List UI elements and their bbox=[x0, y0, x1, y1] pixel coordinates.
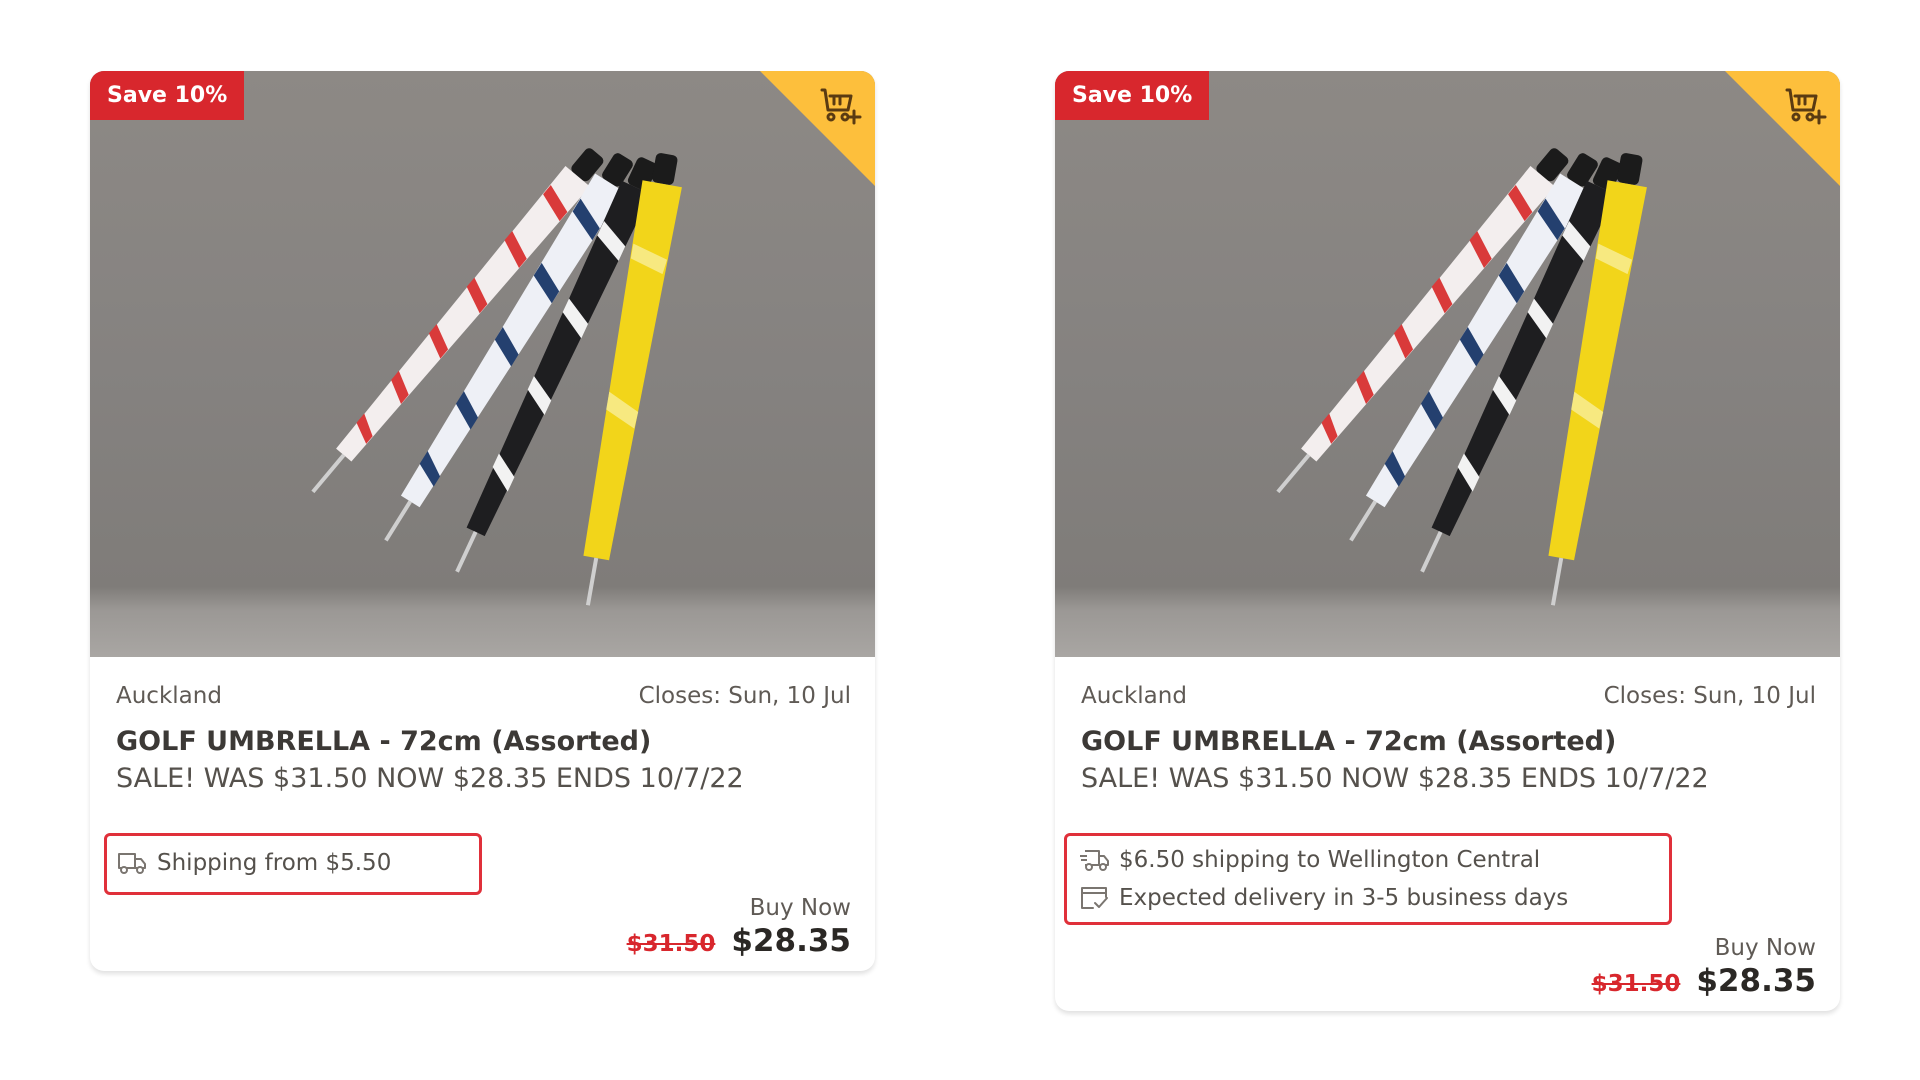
shipping-text: Shipping from $5.50 bbox=[157, 850, 392, 876]
watchlist-button[interactable] bbox=[760, 71, 875, 186]
listing-location: Auckland bbox=[116, 683, 222, 709]
shipping-line: Shipping from $5.50 bbox=[107, 844, 479, 882]
listing-subtitle: SALE! WAS $31.50 NOW $28.35 ENDS 10/7/22 bbox=[116, 763, 744, 794]
listing-title[interactable]: GOLF UMBRELLA - 72cm (Assorted) bbox=[1081, 726, 1816, 757]
umbrella-photo bbox=[90, 71, 875, 657]
shipping-info: Shipping from $5.50 bbox=[104, 833, 482, 895]
fast-truck-icon bbox=[1080, 850, 1109, 871]
truck-icon bbox=[118, 853, 146, 874]
watchlist-add-icon bbox=[818, 84, 862, 128]
shipping-cost-text: $6.50 shipping to Wellington Central bbox=[1119, 847, 1541, 873]
watchlist-add-icon bbox=[1783, 84, 1827, 128]
listing-title[interactable]: GOLF UMBRELLA - 72cm (Assorted) bbox=[116, 726, 851, 757]
price-block: Buy Now $31.50 $28.35 bbox=[627, 895, 851, 959]
listing-closes: Closes: Sun, 10 Jul bbox=[1603, 683, 1816, 709]
current-price: $28.35 bbox=[1696, 963, 1816, 999]
delivery-line: Expected delivery in 3-5 business days bbox=[1067, 879, 1669, 917]
save-badge: Save 10% bbox=[1055, 71, 1210, 120]
delivery-estimate-text: Expected delivery in 3-5 business days bbox=[1119, 885, 1569, 911]
shipping-info: $6.50 shipping to Wellington Central Exp… bbox=[1064, 833, 1672, 925]
delivery-calendar-icon bbox=[1081, 887, 1108, 909]
listing-subtitle: SALE! WAS $31.50 NOW $28.35 ENDS 10/7/22 bbox=[1081, 763, 1709, 794]
save-badge: Save 10% bbox=[90, 71, 245, 120]
listing-photo[interactable]: Save 10% bbox=[1055, 71, 1840, 657]
umbrella-photo bbox=[1055, 71, 1840, 657]
listing-photo[interactable]: Save 10% bbox=[90, 71, 875, 657]
original-price: $31.50 bbox=[626, 931, 716, 957]
original-price: $31.50 bbox=[1591, 971, 1681, 997]
shipping-line: $6.50 shipping to Wellington Central bbox=[1067, 841, 1669, 879]
listing-closes: Closes: Sun, 10 Jul bbox=[638, 683, 851, 709]
price-block: Buy Now $31.50 $28.35 bbox=[1592, 935, 1816, 999]
watchlist-button[interactable] bbox=[1725, 71, 1840, 186]
listing-card[interactable]: Save 10% Auckland Closes: Sun, 10 Jul GO… bbox=[1055, 71, 1840, 1011]
buy-now-label: Buy Now bbox=[749, 895, 851, 921]
listing-card[interactable]: Save 10% Auckland Closes: Sun, 10 Jul GO… bbox=[90, 71, 875, 971]
current-price: $28.35 bbox=[731, 923, 851, 959]
buy-now-label: Buy Now bbox=[1714, 935, 1816, 961]
listing-location: Auckland bbox=[1081, 683, 1187, 709]
